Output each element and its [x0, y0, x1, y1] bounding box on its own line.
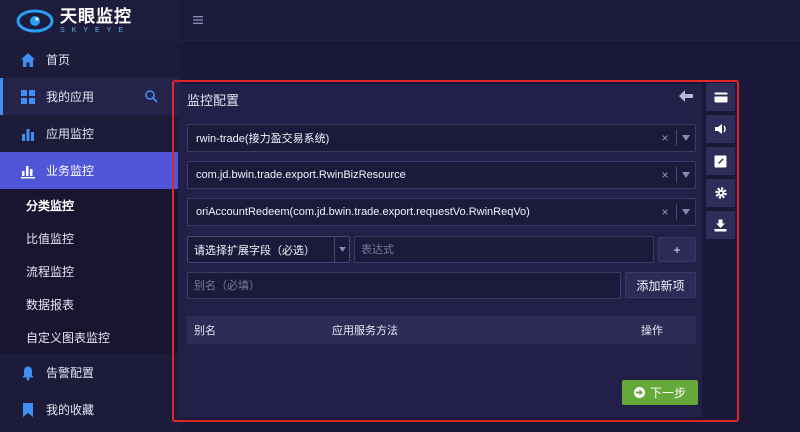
- grid-icon: [21, 89, 35, 104]
- add-item-button[interactable]: 添加新项: [625, 272, 696, 298]
- bookmark-icon: [23, 402, 33, 417]
- column-header-alias: 别名: [194, 325, 216, 337]
- sidebar-subitem-label: 分类监控: [26, 199, 75, 213]
- sidebar-item-label: 我的应用: [46, 90, 95, 104]
- column-header-method: 应用服务方法: [332, 325, 398, 337]
- column-header-action: 操作: [641, 325, 663, 337]
- toolbar-edit-button[interactable]: [706, 147, 735, 175]
- sidebar-item-label: 告警配置: [46, 366, 95, 380]
- chevron-down-icon[interactable]: [335, 247, 349, 252]
- brand-subname: SKYEYE: [60, 26, 131, 34]
- sidebar: 天眼监控 SKYEYE 首页 我的应用 应用监控 业务监控 分类监控 比值监控 …: [0, 0, 180, 432]
- toolbar-volume-button[interactable]: [706, 115, 735, 143]
- add-expression-button[interactable]: +: [658, 237, 696, 262]
- back-arrow-icon[interactable]: [678, 89, 694, 103]
- bell-icon: [22, 366, 34, 380]
- hamburger-menu-icon[interactable]: [192, 14, 204, 26]
- search-icon[interactable]: [144, 89, 158, 103]
- class-select-value: com.jd.bwin.trade.export.RwinBizResource: [196, 169, 406, 181]
- brand-name: 天眼监控: [60, 6, 132, 26]
- class-select[interactable]: com.jd.bwin.trade.export.RwinBizResource…: [187, 161, 696, 189]
- sidebar-subitem-data-report[interactable]: 数据报表: [0, 288, 180, 321]
- brand[interactable]: 天眼监控 SKYEYE: [0, 0, 180, 41]
- home-icon: [21, 52, 35, 67]
- sidebar-item-alarm-config[interactable]: 告警配置: [0, 354, 180, 391]
- sidebar-item-label: 应用监控: [46, 127, 95, 141]
- next-step-button[interactable]: 下一步: [622, 380, 698, 405]
- monitor-config-panel: 监控配置 rwin-trade(接力盈交易系统) × com.jd.bwin.t…: [178, 84, 702, 418]
- alias-input[interactable]: [187, 272, 621, 299]
- chevron-down-icon[interactable]: [677, 209, 695, 215]
- extension-field-select[interactable]: 请选择扩展字段（必选）: [187, 236, 350, 263]
- sidebar-item-label: 首页: [46, 53, 71, 67]
- sidebar-subitem-category-monitor[interactable]: 分类监控: [0, 189, 180, 222]
- sidebar-item-label: 业务监控: [46, 164, 95, 178]
- clear-icon[interactable]: ×: [654, 168, 676, 182]
- bar-chart-icon: [22, 128, 34, 141]
- sidebar-subitem-label: 流程监控: [26, 265, 75, 279]
- top-bar: [180, 0, 800, 41]
- card-icon: [714, 92, 727, 102]
- eye-logo-icon: [16, 9, 54, 32]
- sidebar-item-my-apps[interactable]: 我的应用: [0, 78, 180, 115]
- arrow-right-icon: [633, 387, 645, 398]
- sidebar-item-favorites[interactable]: 我的收藏: [0, 391, 180, 428]
- method-select[interactable]: oriAccountRedeem(com.jd.bwin.trade.expor…: [187, 198, 696, 226]
- expression-input[interactable]: [354, 236, 654, 263]
- next-step-label: 下一步: [649, 386, 686, 400]
- sidebar-item-label: 我的收藏: [46, 403, 95, 417]
- volume-icon: [714, 124, 726, 134]
- download-icon: [714, 219, 727, 231]
- bar-chart-icon: [21, 165, 35, 178]
- clear-icon[interactable]: ×: [654, 131, 676, 145]
- extension-field-value: 请选择扩展字段（必选）: [194, 244, 315, 257]
- edit-icon: [714, 155, 727, 167]
- chevron-down-icon[interactable]: [677, 172, 695, 178]
- side-toolbar: [705, 80, 735, 245]
- sidebar-subitem-label: 数据报表: [26, 298, 75, 312]
- clear-icon[interactable]: ×: [654, 205, 676, 219]
- chevron-down-icon[interactable]: [677, 135, 695, 141]
- sidebar-item-app-monitor[interactable]: 应用监控: [0, 115, 180, 152]
- gear-icon: [714, 187, 727, 199]
- sidebar-subitem-ratio-monitor[interactable]: 比值监控: [0, 222, 180, 255]
- app-select-value: rwin-trade(接力盈交易系统): [196, 133, 330, 145]
- toolbar-card-button[interactable]: [706, 83, 735, 111]
- table-header: 别名 应用服务方法 操作: [187, 316, 696, 344]
- sidebar-subitem-label: 自定义图表监控: [26, 331, 111, 345]
- panel-title: 监控配置: [187, 93, 240, 108]
- toolbar-settings-button[interactable]: [706, 179, 735, 207]
- sidebar-subitem-custom-chart[interactable]: 自定义图表监控: [0, 321, 180, 354]
- sidebar-item-business-monitor[interactable]: 业务监控: [0, 152, 180, 189]
- sidebar-item-home[interactable]: 首页: [0, 41, 180, 78]
- app-select[interactable]: rwin-trade(接力盈交易系统) ×: [187, 124, 696, 152]
- method-select-value: oriAccountRedeem(com.jd.bwin.trade.expor…: [196, 206, 530, 218]
- sidebar-subitem-label: 比值监控: [26, 232, 75, 246]
- toolbar-download-button[interactable]: [706, 211, 735, 239]
- sidebar-subitem-flow-monitor[interactable]: 流程监控: [0, 255, 180, 288]
